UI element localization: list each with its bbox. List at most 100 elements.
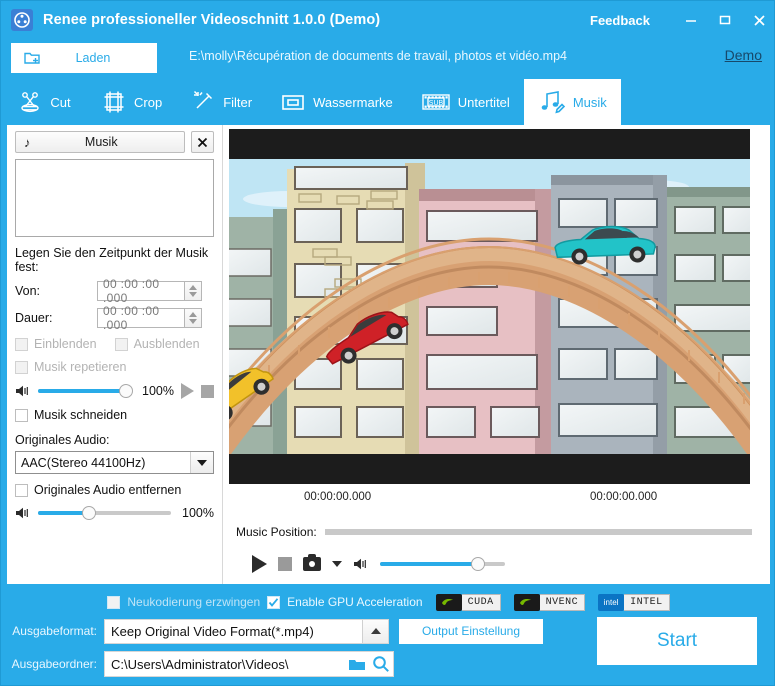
output-folder-value: C:\Users\Administrator\Videos\ — [111, 656, 289, 672]
fade-in-label: Einblenden — [34, 337, 97, 351]
enable-gpu-checkbox[interactable] — [267, 595, 281, 609]
original-audio-label: Originales Audio: — [15, 433, 110, 447]
search-icon[interactable] — [369, 655, 393, 673]
tab-musik-label: Musik — [572, 94, 607, 110]
speaker-icon — [15, 384, 31, 398]
force-reencode-checkbox[interactable] — [107, 595, 121, 609]
music-track-bar: ♪ Musik — [15, 131, 214, 153]
trim-row: Musik schneiden — [15, 408, 214, 422]
original-audio-select[interactable]: AAC(Stereo 44100Hz) — [15, 451, 214, 474]
von-stepper[interactable] — [185, 281, 202, 301]
chip-cuda-label: CUDA — [461, 593, 501, 611]
demo-link[interactable]: Demo — [725, 47, 762, 63]
repeat-checkbox[interactable] — [15, 360, 28, 374]
nvidia-icon — [435, 593, 462, 611]
load-bar: Laden E:\molly\Récupération de documents… — [1, 43, 775, 75]
play-icon[interactable] — [252, 555, 267, 573]
original-audio-value: AAC(Stereo 44100Hz) — [21, 455, 146, 470]
add-file-icon — [17, 50, 47, 66]
tab-crop[interactable]: Crop — [87, 79, 176, 125]
chip-nvenc[interactable]: NVENC — [513, 593, 586, 611]
magic-wand-icon — [190, 89, 216, 115]
minimize-icon[interactable] — [674, 1, 708, 39]
tab-untertitel-label: Untertitel — [457, 94, 510, 110]
tab-filter-label: Filter — [223, 94, 253, 110]
tab-cut[interactable]: Cut — [1, 79, 87, 125]
window-controls: Feedback — [590, 1, 775, 39]
music-volume-knob[interactable] — [119, 384, 133, 398]
music-file-list[interactable] — [15, 159, 214, 237]
original-volume-slider[interactable] — [38, 506, 171, 520]
music-position-label: Music Position: — [236, 525, 317, 539]
remove-original-row: Originales Audio entfernen — [15, 483, 214, 497]
video-preview[interactable] — [229, 129, 750, 484]
video-frame-image — [229, 159, 750, 454]
dauer-stepper[interactable] — [185, 308, 202, 328]
chip-cuda[interactable]: CUDA — [435, 593, 501, 611]
original-volume-value: 100% — [182, 506, 214, 520]
feedback-link[interactable]: Feedback — [590, 13, 650, 28]
fade-in-checkbox[interactable] — [15, 337, 28, 351]
tab-musik[interactable]: Musik — [523, 79, 621, 125]
von-field-row: Von: 00 :00 :00 .000 — [15, 277, 214, 305]
chevron-up-icon[interactable] — [362, 619, 388, 643]
music-note-pencil-icon — [538, 89, 566, 115]
remove-original-label: Originales Audio entfernen — [34, 483, 182, 497]
chevron-down-icon[interactable] — [190, 452, 213, 473]
original-volume-knob[interactable] — [81, 506, 96, 520]
maximize-icon[interactable] — [708, 1, 742, 39]
von-input[interactable]: 00 :00 :00 .000 — [97, 277, 185, 305]
music-track-label: Musik — [84, 135, 118, 149]
output-format-label: Ausgabeformat: — [12, 624, 97, 638]
main-body: ♪ Musik Legen Sie den Zeitpunkt der Musi… — [7, 125, 770, 584]
dauer-input[interactable]: 00 :00 :00 .000 — [97, 304, 185, 332]
close-icon[interactable] — [191, 131, 214, 153]
music-volume-row: 100% — [15, 383, 214, 399]
stop-icon[interactable] — [278, 557, 292, 571]
sub-film-icon: SUB — [421, 89, 451, 115]
preview-volume-slider[interactable] — [380, 557, 505, 571]
music-track-button[interactable]: ♪ Musik — [15, 131, 185, 153]
film-reel-icon — [11, 9, 33, 31]
trim-checkbox[interactable] — [15, 408, 28, 422]
play-icon[interactable] — [181, 383, 194, 399]
start-button[interactable]: Start — [597, 617, 757, 665]
svg-text:SUB: SUB — [429, 100, 444, 107]
original-volume-row: 100% — [15, 506, 214, 520]
music-volume-slider[interactable] — [38, 384, 133, 398]
trim-label: Musik schneiden — [34, 408, 128, 422]
music-position-slider[interactable] — [324, 529, 752, 535]
output-settings-button[interactable]: Output Einstellung — [399, 618, 543, 644]
output-format-value: Keep Original Video Format(*.mp4) — [111, 623, 314, 639]
fade-row: Einblenden Ausblenden — [15, 337, 214, 351]
music-position-row: Music Position: — [236, 525, 752, 539]
tab-filter[interactable]: Filter — [176, 79, 266, 125]
chip-nvenc-label: NVENC — [539, 593, 586, 611]
nvidia-icon — [513, 593, 540, 611]
camera-icon[interactable] — [303, 554, 321, 571]
film-frame-icon — [101, 89, 127, 115]
tab-untertitel[interactable]: SUB Untertitel — [407, 79, 524, 125]
preview-volume-knob[interactable] — [470, 557, 485, 571]
remove-original-checkbox[interactable] — [15, 483, 28, 497]
fade-out-checkbox[interactable] — [114, 337, 128, 351]
output-format-select[interactable]: Keep Original Video Format(*.mp4) — [104, 618, 389, 644]
time-total: 00:00:00.000 — [590, 491, 658, 503]
stop-icon[interactable] — [201, 384, 214, 398]
title-bar: Renee professioneller Videoschnitt 1.0.0… — [1, 1, 775, 39]
preview-panel: 00:00:00.000 00:00:00.000 Music Position… — [224, 125, 770, 584]
output-folder-input[interactable]: C:\Users\Administrator\Videos\ — [104, 651, 394, 677]
intel-icon: intel — [598, 593, 625, 611]
chevron-down-icon[interactable] — [332, 561, 342, 567]
tab-wassermarke[interactable]: Wassermarke — [266, 79, 407, 125]
von-label: Von: — [15, 284, 41, 298]
fade-out-label: Ausblenden — [133, 337, 200, 351]
dauer-label: Dauer: — [15, 311, 53, 325]
time-current: 00:00:00.000 — [304, 491, 372, 503]
dauer-field-row: Dauer: 00 :00 :00 .000 — [15, 304, 214, 332]
folder-icon[interactable] — [345, 657, 369, 672]
time-hint-label: Legen Sie den Zeitpunkt der Musik fest: — [15, 246, 209, 274]
chip-intel[interactable]: intel INTEL — [598, 593, 670, 611]
close-icon[interactable] — [742, 1, 775, 39]
load-button[interactable]: Laden — [11, 43, 157, 73]
